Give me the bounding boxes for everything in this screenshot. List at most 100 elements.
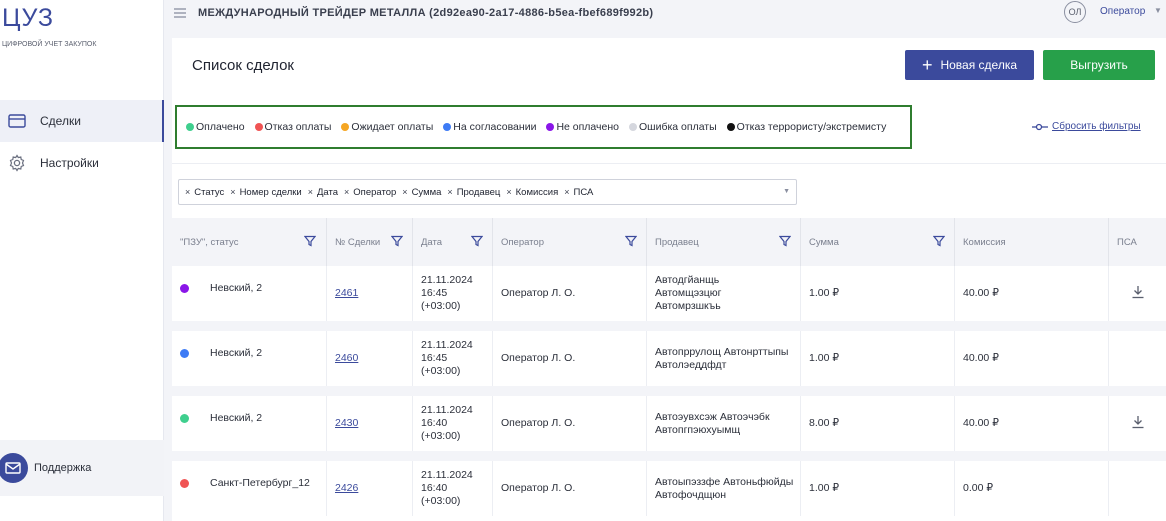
sum-value: 1.00 ₽ bbox=[809, 287, 840, 299]
operator-name: Оператор Л. О. bbox=[501, 352, 576, 364]
column-header[interactable]: Сумма bbox=[800, 218, 954, 266]
seller-line: Автопррулощ Автонрттыпы bbox=[655, 345, 789, 358]
table-row: Невский, 2 2461 21.11.2024 16:45 (+03:00) Опе… bbox=[172, 266, 1166, 321]
column-chip-label: Оператор bbox=[353, 186, 397, 198]
reset-filters-link[interactable]: Сбросить фильтры bbox=[1032, 121, 1141, 132]
date-time: 16:40 bbox=[421, 417, 448, 429]
status-dot bbox=[186, 123, 194, 131]
deal-number-link[interactable]: 2430 bbox=[335, 417, 358, 430]
close-icon[interactable]: × bbox=[230, 187, 235, 197]
support-label: Поддержка bbox=[34, 462, 92, 474]
download-icon[interactable] bbox=[1131, 415, 1145, 433]
column-header-label: Дата bbox=[421, 236, 443, 248]
legend-item: Не оплачено bbox=[546, 121, 619, 133]
cell-psa bbox=[1108, 266, 1166, 321]
close-icon[interactable]: × bbox=[402, 187, 407, 197]
support-button[interactable]: Поддержка bbox=[0, 440, 164, 496]
column-chip[interactable]: × ПСА bbox=[564, 187, 593, 198]
deal-number-link[interactable]: 2461 bbox=[335, 287, 358, 300]
avatar[interactable]: ОЛ bbox=[1064, 1, 1086, 23]
column-header-label: ПСА bbox=[1117, 236, 1137, 248]
logo-title: ЦУЗ bbox=[2, 4, 54, 32]
column-chip-label: Дата bbox=[316, 186, 339, 198]
table-row: Санкт-Петербург_12 2426 21.11.2024 16:40 (+0… bbox=[172, 461, 1166, 516]
sidebar-item-settings[interactable]: Настройки bbox=[0, 142, 164, 184]
filter-icon[interactable] bbox=[932, 235, 946, 247]
deal-number-link[interactable]: 2460 bbox=[335, 352, 358, 365]
filter-icon[interactable] bbox=[470, 235, 484, 247]
cell-operator: Оператор Л. О. bbox=[492, 461, 646, 516]
column-chip[interactable]: × Номер сделки bbox=[230, 187, 301, 198]
close-icon[interactable]: × bbox=[185, 187, 190, 197]
date-time: 16:45 bbox=[421, 352, 448, 364]
cell-pzu-status: Невский, 2 bbox=[172, 331, 326, 376]
close-icon[interactable]: × bbox=[564, 187, 569, 197]
date-date: 21.11.2024 bbox=[421, 339, 473, 351]
cell-operator: Оператор Л. О. bbox=[492, 331, 646, 386]
column-chip[interactable]: × Статус bbox=[185, 187, 224, 198]
column-header[interactable]: № Сделки bbox=[326, 218, 412, 266]
table-row: Невский, 2 2430 21.11.2024 16:40 (+03:00) Опе… bbox=[172, 396, 1166, 451]
cell-date: 21.11.2024 16:40 (+03:00) bbox=[412, 461, 492, 516]
cell-deal-number: 2460 bbox=[326, 331, 412, 386]
cell-sum: 8.00 ₽ bbox=[800, 396, 954, 451]
operator-name: Оператор Л. О. bbox=[501, 287, 576, 299]
legend-label: Не оплачено bbox=[556, 121, 619, 133]
seller-line: Автопгпэюхуымщ bbox=[655, 423, 741, 436]
deal-number-link[interactable]: 2426 bbox=[335, 482, 358, 495]
commission-value: 40.00 ₽ bbox=[963, 352, 999, 364]
filter-reset-icon bbox=[1032, 123, 1048, 131]
column-chip-label: Статус bbox=[194, 186, 225, 198]
filter-icon[interactable] bbox=[624, 235, 638, 247]
seller-line: Автоэувхсэж Автоэчэбк bbox=[655, 410, 770, 423]
column-chip[interactable]: × Продавец bbox=[447, 187, 500, 198]
column-header-label: "ПЗУ", статус bbox=[180, 236, 239, 248]
chevron-down-icon[interactable]: ▼ bbox=[1154, 6, 1162, 15]
column-header[interactable]: Оператор bbox=[492, 218, 646, 266]
user-role-menu[interactable]: Оператор bbox=[1100, 6, 1145, 17]
new-deal-button[interactable]: + Новая сделка bbox=[905, 50, 1034, 80]
close-icon[interactable]: × bbox=[308, 187, 313, 197]
column-selector[interactable]: × Статус × Номер сделки × Дата × Оператор × Сумма… bbox=[178, 179, 797, 205]
row-separator bbox=[172, 386, 1166, 396]
legend-item: Отказ террористу/экстремисту bbox=[726, 121, 886, 133]
column-chip[interactable]: × Сумма bbox=[402, 187, 441, 198]
column-header-label: Сумма bbox=[809, 236, 839, 248]
column-header[interactable]: Комиссия bbox=[954, 218, 1108, 266]
sidebar-item-deals[interactable]: Сделки bbox=[0, 100, 164, 142]
filter-icon[interactable] bbox=[390, 235, 404, 247]
pzu-name: Невский, 2 bbox=[210, 282, 263, 294]
export-button[interactable]: Выгрузить bbox=[1043, 50, 1155, 80]
column-chip[interactable]: × Комиссия bbox=[506, 187, 558, 198]
seller-line: Автофочдщюн bbox=[655, 488, 727, 501]
table-header: "ПЗУ", статус № Сделки Дата Оператор Продаве… bbox=[172, 218, 1166, 266]
close-icon[interactable]: × bbox=[506, 187, 511, 197]
column-header[interactable]: Дата bbox=[412, 218, 492, 266]
column-header[interactable]: ПСА bbox=[1108, 218, 1166, 266]
cell-seller: Автоэувхсэж Автоэчэбк Автопгпэюхуымщ bbox=[646, 396, 800, 451]
filter-icon[interactable] bbox=[303, 235, 317, 247]
filter-icon[interactable] bbox=[778, 235, 792, 247]
close-icon[interactable]: × bbox=[344, 187, 349, 197]
seller-line: Автомрзшкъь bbox=[655, 300, 721, 312]
sidebar-item-label: Сделки bbox=[40, 114, 81, 128]
status-dot bbox=[726, 123, 735, 131]
cell-commission: 40.00 ₽ bbox=[954, 266, 1108, 321]
divider bbox=[172, 163, 1166, 164]
date-date: 21.11.2024 bbox=[421, 404, 473, 416]
chevron-down-icon[interactable]: ▼ bbox=[783, 188, 790, 195]
column-header-label: Оператор bbox=[501, 236, 544, 248]
cell-pzu-status: Санкт-Петербург_12 bbox=[172, 461, 326, 506]
download-icon[interactable] bbox=[1131, 285, 1145, 303]
status-dot bbox=[180, 349, 189, 358]
column-header[interactable]: Продавец bbox=[646, 218, 800, 266]
logo-subtitle: цифровой учет закупок bbox=[2, 41, 97, 48]
legend-item: На согласовании bbox=[443, 121, 536, 133]
column-header[interactable]: "ПЗУ", статус bbox=[172, 218, 326, 266]
column-chip[interactable]: × Оператор bbox=[344, 187, 396, 198]
close-icon[interactable]: × bbox=[447, 187, 452, 197]
column-chip[interactable]: × Дата bbox=[308, 187, 338, 198]
row-separator bbox=[172, 451, 1166, 461]
cell-commission: 40.00 ₽ bbox=[954, 331, 1108, 386]
menu-icon[interactable] bbox=[174, 5, 188, 21]
